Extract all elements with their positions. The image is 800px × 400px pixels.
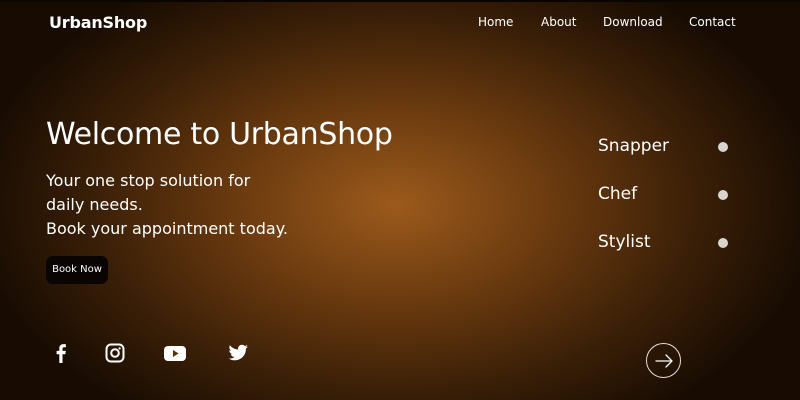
facebook-icon[interactable] xyxy=(49,342,73,364)
role-dot-indicator[interactable] xyxy=(718,190,728,200)
role-item-stylist[interactable]: Stylist xyxy=(598,232,738,280)
nav-home[interactable]: Home xyxy=(478,15,513,29)
book-now-button[interactable]: Book Now xyxy=(46,256,108,284)
nav-download[interactable]: Download xyxy=(603,15,663,29)
role-dot-indicator[interactable] xyxy=(718,238,728,248)
youtube-icon[interactable] xyxy=(163,342,187,364)
hero-line: Your one stop solution for xyxy=(46,171,251,190)
hero-title: Welcome to UrbanShop xyxy=(46,117,393,152)
role-label: Snapper xyxy=(598,136,670,156)
main-nav: Home About Download Contact xyxy=(0,15,800,33)
role-label: Stylist xyxy=(598,232,651,252)
hero-description: Your one stop solution for daily needs. … xyxy=(46,169,288,241)
top-border xyxy=(0,0,800,2)
role-item-chef[interactable]: Chef xyxy=(598,184,738,232)
role-item-snapper[interactable]: Snapper xyxy=(598,136,738,184)
nav-contact[interactable]: Contact xyxy=(689,15,736,29)
role-dot-indicator[interactable] xyxy=(718,142,728,152)
twitter-icon[interactable] xyxy=(226,342,250,364)
instagram-icon[interactable] xyxy=(103,342,127,364)
landing-page: UrbanShop Home About Download Contact We… xyxy=(0,0,800,400)
hero-line: Book your appointment today. xyxy=(46,219,288,238)
hero-line: daily needs. xyxy=(46,195,143,214)
next-slide-button[interactable] xyxy=(646,343,681,378)
arrow-right-icon xyxy=(655,354,673,368)
nav-about[interactable]: About xyxy=(541,15,576,29)
role-selector: Snapper Chef Stylist xyxy=(598,136,738,280)
role-label: Chef xyxy=(598,184,638,204)
